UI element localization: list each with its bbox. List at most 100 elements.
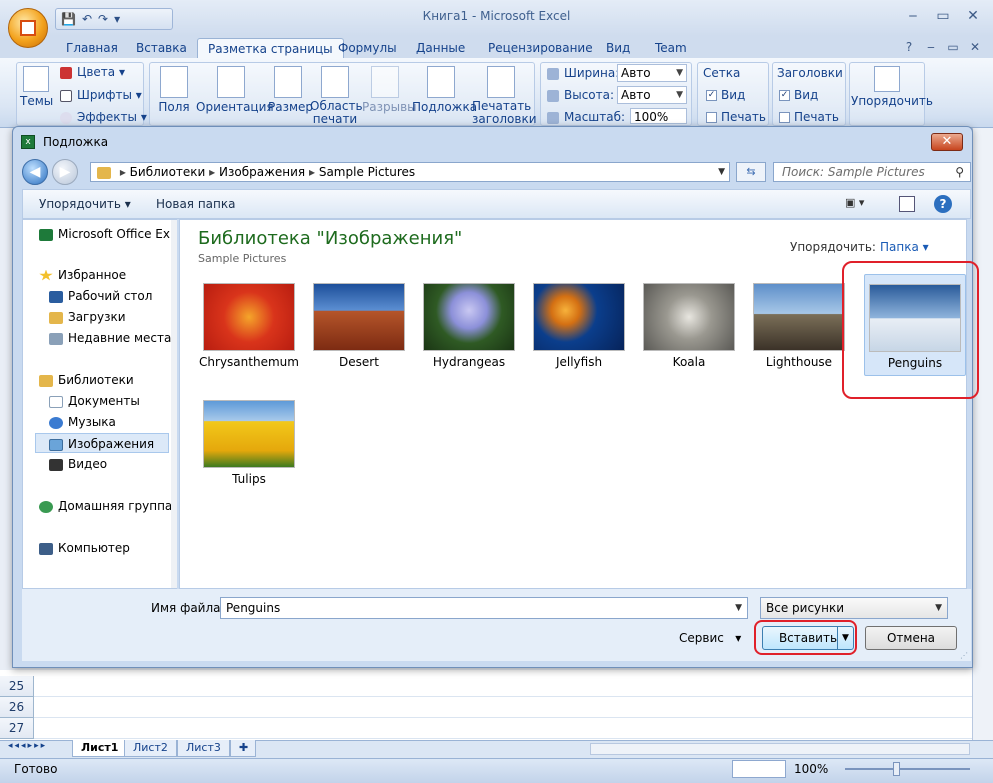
print-titles-button[interactable]: Печатать заголовки: [472, 66, 537, 126]
file-type-dropdown-icon[interactable]: ▼: [935, 598, 942, 618]
file-jellyfish[interactable]: Jellyfish: [528, 278, 630, 376]
size-label: Размер: [268, 100, 314, 114]
headings-print-checkbox[interactable]: Печать: [779, 110, 839, 124]
navigation-pane: Microsoft Office Ex Избранное Рабочий ст…: [22, 219, 177, 589]
gridlines-title: Сетка: [703, 66, 741, 80]
background-button[interactable]: Подложка: [412, 66, 477, 114]
headings-view-checkbox[interactable]: ✓ Вид: [779, 88, 818, 102]
excel-icon: [39, 228, 53, 241]
theme-effects-button[interactable]: Эффекты ▾: [60, 110, 147, 124]
breadcrumb-sample-pictures[interactable]: Sample Pictures: [319, 165, 415, 179]
file-lighthouse[interactable]: Lighthouse: [748, 278, 850, 376]
width-combo[interactable]: Авто ▼: [617, 64, 687, 82]
back-icon[interactable]: ◀: [22, 159, 48, 185]
tools-button[interactable]: Сервис ▾: [679, 631, 741, 645]
print-area-button[interactable]: Область печати: [310, 66, 363, 126]
filename-input[interactable]: Penguins ▼: [220, 597, 748, 619]
theme-colors-button[interactable]: Цвета ▾: [60, 65, 125, 79]
sheet-tab-3[interactable]: Лист3: [177, 740, 230, 757]
close-icon[interactable]: ✕: [960, 6, 986, 26]
search-icon[interactable]: ⚲: [955, 163, 964, 181]
dialog-footer: Имя файла: Penguins ▼ Все рисунки ▼ Сервис…: [22, 589, 971, 661]
height-label: Высота:: [547, 88, 614, 102]
sheet-tab-1[interactable]: Лист1: [72, 740, 128, 757]
nav-scrollbar[interactable]: [171, 220, 177, 588]
sheet-nav-arrows-icon[interactable]: ◂◂◂▸▸▸: [8, 741, 47, 751]
view-options-icon[interactable]: ▣ ▾: [845, 196, 879, 212]
file-hydrangeas[interactable]: Hydrangeas: [418, 278, 520, 376]
arrange-by-dropdown[interactable]: Папка ▾: [880, 240, 929, 254]
orientation-button[interactable]: Ориентация: [196, 66, 274, 114]
status-bar: [0, 758, 993, 783]
tools-label: Сервис: [679, 631, 724, 645]
workbook-close-icon[interactable]: ✕: [962, 37, 988, 57]
tab-insert[interactable]: Вставка: [126, 38, 197, 58]
nav-libraries[interactable]: Библиотеки: [39, 370, 187, 390]
preview-pane-icon[interactable]: [899, 196, 915, 212]
arrange-button[interactable]: Упорядочить: [851, 66, 933, 108]
gridlines-view-checkbox[interactable]: ✓ Вид: [706, 88, 745, 102]
zoom-slider[interactable]: [845, 768, 970, 770]
arrange-by-label: Упорядочить:: [790, 240, 876, 254]
help-icon[interactable]: ?: [934, 195, 952, 213]
gridlines-print-label: Печать: [721, 110, 766, 124]
size-button[interactable]: Размер: [268, 66, 313, 114]
tab-review[interactable]: Рецензирование: [478, 38, 603, 58]
row-header[interactable]: 25: [0, 676, 34, 697]
dialog-close-button[interactable]: ✕: [931, 133, 963, 151]
cancel-button[interactable]: Отмена: [865, 626, 957, 650]
tab-team[interactable]: Team: [645, 38, 697, 58]
forward-icon[interactable]: ▶: [52, 159, 78, 185]
office-button[interactable]: [8, 8, 48, 48]
new-folder-button[interactable]: Новая папка: [156, 197, 235, 211]
sheet-tab-2[interactable]: Лист2: [124, 740, 177, 757]
minimize-icon[interactable]: ‒: [900, 6, 926, 26]
resize-grip-icon[interactable]: ⋰: [960, 651, 968, 660]
search-input[interactable]: Поиск: Sample Pictures ⚲: [773, 162, 971, 182]
nav-favorites[interactable]: Избранное: [39, 265, 187, 285]
tab-page-layout[interactable]: Разметка страницы: [197, 38, 344, 58]
file-label: Hydrangeas: [432, 355, 506, 369]
tab-data[interactable]: Данные: [406, 38, 475, 58]
organize-button[interactable]: Упорядочить ▾: [39, 197, 131, 211]
zoom-slider-thumb[interactable]: [893, 762, 900, 776]
file-type-value: Все рисунки: [766, 601, 845, 615]
refresh-icon[interactable]: ⇆: [736, 162, 766, 182]
tab-formulas[interactable]: Формулы: [328, 38, 407, 58]
insert-sheet-icon[interactable]: ✚: [230, 740, 256, 757]
breaks-label: Разрывы: [362, 100, 417, 114]
breaks-button[interactable]: Разрывы: [362, 66, 417, 114]
address-dropdown-icon[interactable]: ▼: [718, 163, 725, 181]
file-chrysanthemum[interactable]: Chrysanthemum: [198, 278, 300, 376]
file-desert[interactable]: Desert: [308, 278, 410, 376]
arrange-by-value: Папка: [880, 240, 919, 254]
nav-computer[interactable]: Компьютер: [39, 538, 187, 558]
row-header[interactable]: 26: [0, 697, 34, 718]
nav-homegroup[interactable]: Домашняя группа: [39, 496, 187, 516]
row-header[interactable]: 27: [0, 718, 34, 739]
filename-dropdown-icon[interactable]: ▼: [735, 598, 742, 618]
gridlines-print-checkbox[interactable]: Печать: [706, 110, 766, 124]
scale-spinner[interactable]: 100%: [630, 108, 687, 124]
theme-fonts-button[interactable]: Шрифты ▾: [60, 88, 142, 102]
margins-button[interactable]: Поля: [156, 66, 192, 114]
libraries-icon: [39, 374, 53, 387]
breadcrumb[interactable]: ▸ Библиотеки ▸ Изображения ▸ Sample Pict…: [90, 162, 730, 182]
view-buttons[interactable]: [732, 760, 786, 778]
file-type-select[interactable]: Все рисунки ▼: [760, 597, 948, 619]
tab-view[interactable]: Вид: [596, 38, 640, 58]
height-combo[interactable]: Авто ▼: [617, 86, 687, 104]
nav-excel[interactable]: Microsoft Office Ex: [39, 224, 187, 244]
horizontal-scrollbar[interactable]: [590, 743, 970, 755]
maximize-icon[interactable]: ▭: [930, 6, 956, 26]
breadcrumb-pictures[interactable]: Изображения: [219, 165, 305, 179]
tab-home[interactable]: Главная: [56, 38, 128, 58]
vertical-scrollbar[interactable]: [972, 128, 993, 740]
themes-button[interactable]: Темы: [20, 66, 53, 108]
breadcrumb-libraries[interactable]: Библиотеки: [130, 165, 206, 179]
margins-icon: [160, 66, 188, 98]
file-tulips[interactable]: Tulips: [198, 395, 300, 493]
nav-pictures[interactable]: Изображения: [35, 433, 169, 453]
worksheet-grid[interactable]: [0, 670, 975, 740]
file-koala[interactable]: Koala: [638, 278, 740, 376]
